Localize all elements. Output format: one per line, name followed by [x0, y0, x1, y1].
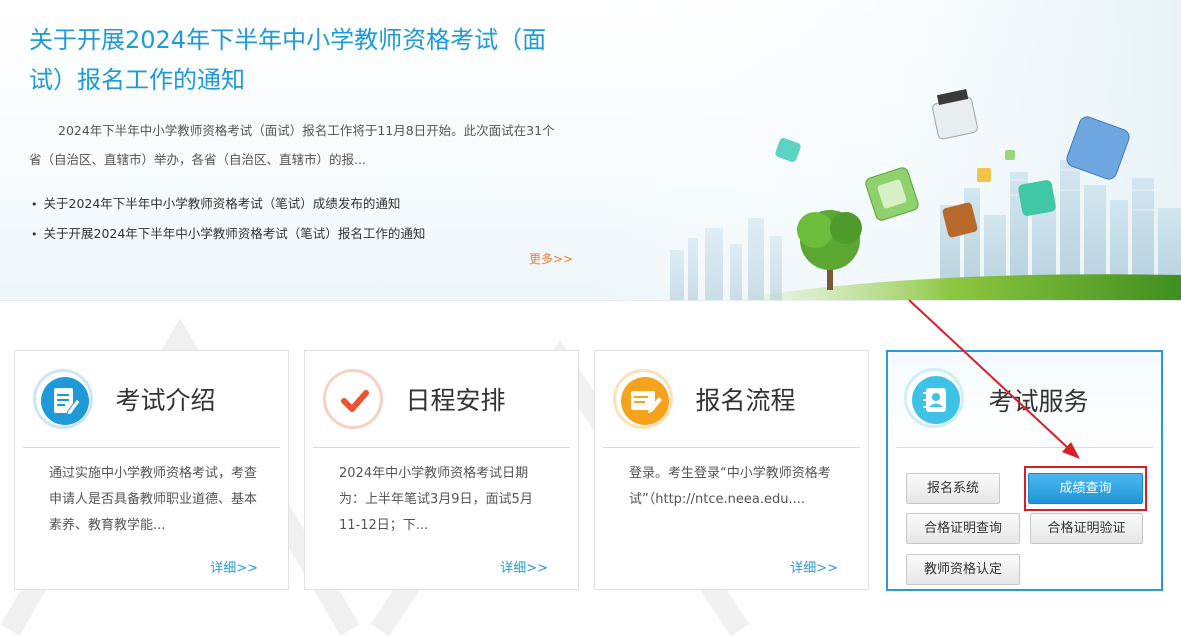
certificate-verify-button[interactable]: 合格证明验证: [1030, 513, 1143, 544]
news-link[interactable]: 关于2024年下半年中小学教师资格考试（笔试）成绩发布的通知: [31, 189, 425, 219]
card-title[interactable]: 报名流程: [595, 381, 868, 417]
divider: [603, 447, 860, 448]
card-schedule: 日程安排 2024年中小学教师资格考试日期为：上半年笔试3月9日，面试5月11-…: [304, 350, 579, 590]
card-title[interactable]: 考试介绍: [15, 381, 288, 417]
card-exam-intro: 考试介绍 通过实施中小学教师资格考试，考查申请人是否具备教师职业道德、基本素养、…: [14, 350, 289, 590]
details-link[interactable]: 详细>>: [210, 557, 258, 576]
more-news-link[interactable]: 更多>>: [529, 250, 573, 267]
highlight-box: [1024, 466, 1147, 511]
divider: [896, 447, 1153, 448]
card-registration-process: 报名流程 登录。考生登录“中小学教师资格考试”（http://ntce.neea…: [594, 350, 869, 590]
news-link-list: 关于2024年下半年中小学教师资格考试（笔试）成绩发布的通知 关于开展2024年…: [31, 189, 426, 249]
news-link[interactable]: 关于开展2024年下半年中小学教师资格考试（笔试）报名工作的通知: [31, 219, 426, 249]
certificate-query-button[interactable]: 合格证明查询: [906, 513, 1020, 544]
card-description: 通过实施中小学教师资格考试，考查申请人是否具备教师职业道德、基本素养、教育教学能…: [49, 466, 258, 533]
news-summary: 2024年下半年中小学教师资格考试（面试）报名工作将于11月8日开始。此次面试在…: [29, 123, 555, 167]
news-headline[interactable]: 关于开展2024年下半年中小学教师资格考试（面试）报名工作的通知: [29, 20, 569, 100]
registration-system-button[interactable]: 报名系统: [906, 473, 1000, 504]
card-description: 2024年中小学教师资格考试日期为：上半年笔试3月9日，面试5月11-12日；下…: [339, 466, 533, 533]
card-description: 登录。考生登录“中小学教师资格考试”（http://ntce.neea.edu.…: [629, 466, 831, 507]
details-link[interactable]: 详细>>: [790, 557, 838, 576]
divider: [313, 447, 570, 448]
divider: [23, 447, 280, 448]
teacher-qualification-button[interactable]: 教师资格认定: [906, 554, 1020, 585]
news-banner: 关于开展2024年下半年中小学教师资格考试（面试）报名工作的通知 2024年下半…: [0, 0, 1181, 301]
city-illustration: [580, 0, 1181, 300]
details-link[interactable]: 详细>>: [500, 557, 548, 576]
card-title[interactable]: 考试服务: [888, 382, 1161, 418]
card-title[interactable]: 日程安排: [305, 381, 578, 417]
